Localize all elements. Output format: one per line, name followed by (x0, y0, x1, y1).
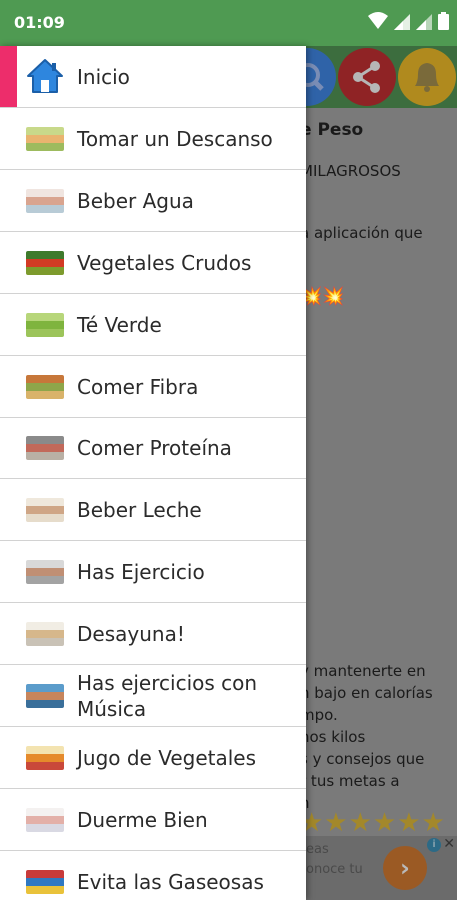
menu-item-label: Tomar un Descanso (77, 126, 273, 151)
signal-icon (416, 14, 432, 30)
menu-item-label: Desayuna! (77, 622, 185, 647)
status-bar: 01:09 (0, 0, 457, 46)
home-icon (27, 59, 63, 93)
breakfast-thumbnail (26, 622, 64, 647)
drinking-water-thumbnail (26, 188, 64, 213)
menu-item-label: Has Ejercicio (77, 560, 205, 585)
ad-arrow-button[interactable]: › (383, 846, 427, 890)
menu-item-label: Té Verde (77, 312, 162, 337)
menu-item-label: Comer Fibra (77, 374, 199, 399)
background-text-line: n bajo en calorías (300, 684, 433, 702)
exercise-thumbnail (26, 560, 64, 585)
background-title: e Peso (300, 120, 364, 140)
soda-thumbnail (26, 869, 64, 894)
background-text-line: nos kilos (300, 728, 366, 746)
battery-icon (438, 12, 449, 30)
ad-close-icon[interactable]: ✕ (443, 836, 455, 852)
background-text-line: a aplicación que (300, 224, 423, 242)
bell-icon[interactable] (398, 48, 456, 106)
status-time: 01:09 (14, 13, 65, 32)
music-exercise-thumbnail (26, 684, 64, 708)
signal-icon (394, 14, 410, 30)
background-text-line: s y consejos que (300, 750, 425, 768)
menu-item[interactable]: Desayuna! (0, 603, 306, 666)
vegetable-juice-thumbnail (26, 745, 64, 770)
menu-item-label: Has ejercicios con Música (77, 671, 258, 721)
rating-stars: ★★★★★★ (300, 808, 446, 838)
sleep-thumbnail (26, 807, 64, 832)
green-tea-thumbnail (26, 312, 64, 337)
background-emoji: 💥💥 (300, 286, 345, 307)
relax-thumbnail (26, 126, 64, 151)
raw-vegetables-thumbnail (26, 250, 64, 275)
menu-item-label: Inicio (77, 65, 130, 89)
menu-item[interactable]: Té Verde (0, 294, 306, 356)
milk-thumbnail (26, 498, 64, 523)
background-text-line: MILAGROSOS (300, 162, 401, 180)
menu-item-label: Evita las Gaseosas (77, 869, 264, 894)
wifi-icon (368, 12, 388, 29)
menu-item[interactable]: Has Ejercicio (0, 541, 306, 604)
menu-item[interactable]: Has ejercicios con Música (0, 665, 306, 727)
menu-item-label: Duerme Bien (77, 807, 208, 832)
menu-item-label: Jugo de Vegetales (77, 745, 257, 770)
ad-text: onoce tu (306, 862, 363, 877)
menu-item[interactable]: Tomar un Descanso (0, 108, 306, 170)
menu-item-label: Comer Proteína (77, 436, 232, 461)
menu-item-label: Beber Leche (77, 498, 202, 523)
background-text-line: r tus metas a (300, 772, 400, 790)
status-icons (368, 12, 449, 30)
menu-item-inicio[interactable]: Inicio (0, 46, 306, 108)
fiber-food-thumbnail (26, 374, 64, 399)
menu-item[interactable]: Jugo de Vegetales (0, 727, 306, 789)
menu-item-label: Beber Agua (77, 188, 194, 213)
menu-item[interactable]: Beber Leche (0, 479, 306, 542)
menu-item-label: Vegetales Crudos (77, 250, 252, 275)
menu-item[interactable]: Comer Fibra (0, 356, 306, 418)
ad-text: eas (306, 842, 329, 857)
menu-item[interactable]: Evita las Gaseosas (0, 851, 306, 900)
menu-item[interactable]: Duerme Bien (0, 789, 306, 851)
protein-food-thumbnail (26, 436, 64, 461)
menu-item[interactable]: Vegetales Crudos (0, 232, 306, 294)
menu-item[interactable]: Comer Proteína (0, 417, 306, 480)
background-text-line: y mantenerte en (300, 662, 426, 680)
share-icon[interactable] (338, 48, 396, 106)
navigation-drawer: Inicio Tomar un Descanso Beber Agua Vegeta… (0, 46, 306, 900)
menu-item[interactable]: Beber Agua (0, 170, 306, 232)
ad-info-icon[interactable]: i (427, 838, 441, 852)
ad-banner[interactable]: eas onoce tu › i ✕ (300, 836, 457, 900)
